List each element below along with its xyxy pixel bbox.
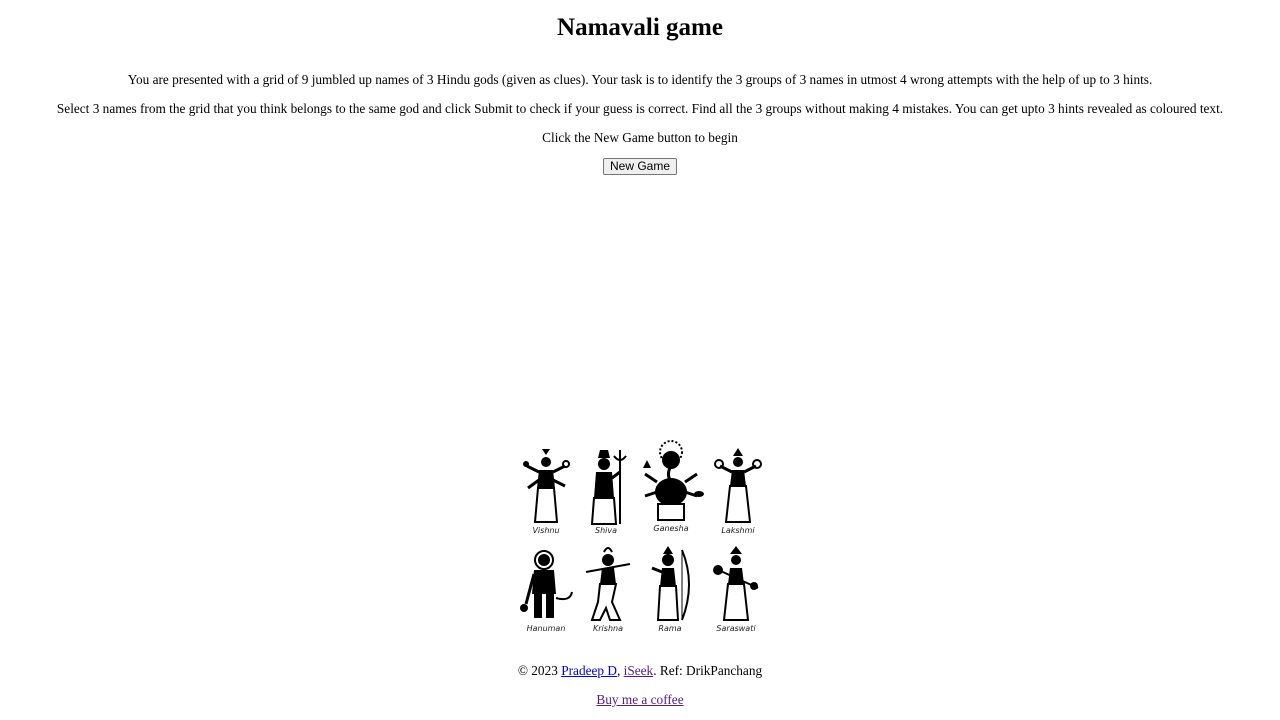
instructions-details: Select 3 names from the grid that you th… [56,101,1224,116]
god-figure-vishnu: Vishnu [516,440,576,535]
god-figure-saraswati: Saraswati [706,538,766,633]
ganesha-figure-icon [643,440,704,521]
hanuman-figure-icon [520,550,573,618]
god-label: Lakshmi [721,526,755,535]
footer-coffee: Buy me a coffee [0,692,1280,708]
instructions-begin: Click the New Game button to begin [542,130,738,145]
buy-me-coffee-link[interactable]: Buy me a coffee [596,692,683,707]
copyright-text: © 2023 [517,663,562,678]
shiva-figure-icon [590,450,627,525]
instructions-intro: You are presented with a grid of 9 jumbl… [127,72,1153,87]
rama-figure-icon [651,546,690,621]
lakshmi-figure-icon [714,448,762,523]
krishna-figure-icon [585,547,631,621]
new-game-container: New Game [0,157,1280,175]
god-figure-ganesha: Ganesha [638,438,704,533]
author-link[interactable]: Pradeep D [561,663,617,678]
new-game-button[interactable]: New Game [602,158,678,175]
saraswati-figure-icon [713,546,759,621]
god-label: Saraswati [716,624,756,633]
page-title: Namavali game [557,14,723,41]
god-label: Krishna [593,624,623,633]
reference-text: . Ref: DrikPanchang [653,663,763,678]
god-figure-lakshmi: Lakshmi [708,440,768,535]
iseek-link[interactable]: iSeek [624,663,654,678]
god-figure-shiva: Shiva [576,440,636,535]
god-figure-krishna: Krishna [578,538,638,633]
god-label: Ganesha [653,524,689,533]
god-figure-hanuman: Hanuman [516,538,576,633]
god-label: Hanuman [526,624,566,633]
vishnu-figure-icon [523,449,570,523]
footer-credits: © 2023 Pradeep D, iSeek. Ref: DrikPancha… [0,663,1280,679]
gods-illustration: Vishnu Shiva Ganesha Lakshmi Hanuman Kri… [514,438,766,634]
god-label: Vishnu [532,526,560,535]
god-figure-rama: Rama [640,538,700,633]
god-label: Shiva [594,526,617,535]
god-label: Rama [658,624,682,633]
separator-text: , [616,663,624,678]
